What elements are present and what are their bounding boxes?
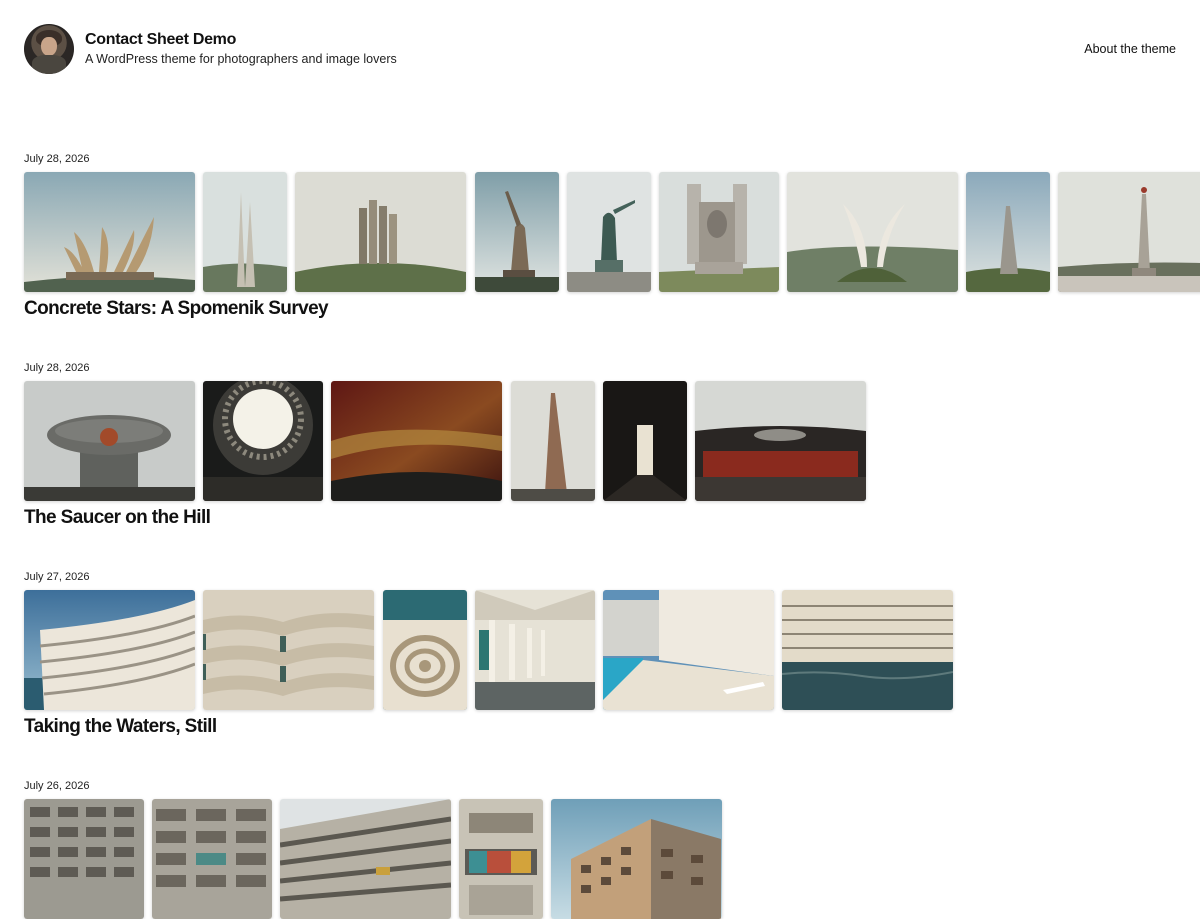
balcony-curves-photo[interactable]: [203, 590, 374, 710]
obelisk-star-photo[interactable]: [1058, 172, 1200, 292]
post-date: July 28, 2026: [24, 153, 90, 165]
post-title[interactable]: The Saucer on the Hill: [24, 507, 211, 529]
dark-corridor-photo[interactable]: [603, 381, 687, 501]
post-date: July 26, 2026: [24, 780, 90, 792]
mosaic-ceiling-photo[interactable]: [331, 381, 502, 501]
spiral-stair-photo[interactable]: [383, 590, 467, 710]
post-gallery: [24, 590, 1200, 710]
sword-statue-photo[interactable]: [475, 172, 559, 292]
avatar-coat: [32, 55, 66, 74]
needle-spire-photo[interactable]: [966, 172, 1050, 292]
saucer-exterior-photo[interactable]: [24, 381, 195, 501]
post-gallery: [24, 172, 1200, 292]
post-date: July 28, 2026: [24, 362, 90, 374]
soldier-statue-photo[interactable]: [567, 172, 651, 292]
site-title-link[interactable]: Contact Sheet Demo: [85, 31, 236, 49]
stone-face-monument-photo[interactable]: [659, 172, 779, 292]
pillar-cluster-monument-photo[interactable]: [295, 172, 466, 292]
nav-about-link[interactable]: About the theme: [1084, 42, 1176, 56]
apartment-facade-photo-2[interactable]: [152, 799, 272, 919]
post-title[interactable]: Taking the Waters, Still: [24, 716, 217, 738]
post-gallery: [24, 381, 1200, 501]
apartment-block-perspective-photo[interactable]: [280, 799, 451, 919]
corner-block-photo[interactable]: [551, 799, 722, 919]
balcony-carpet-photo[interactable]: [459, 799, 543, 919]
pool-terrace-photo[interactable]: [603, 590, 774, 710]
post-title[interactable]: Concrete Stars: A Spomenik Survey: [24, 298, 329, 320]
twin-spire-monument-photo[interactable]: [203, 172, 287, 292]
apartment-facade-photo-1[interactable]: [24, 799, 144, 919]
site-tagline: A WordPress theme for photographers and …: [85, 52, 397, 66]
dome-oculus-photo[interactable]: [203, 381, 323, 501]
horn-monument-photo[interactable]: [787, 172, 958, 292]
avatar-face: [41, 37, 57, 56]
site-header: Contact Sheet Demo A WordPress theme for…: [0, 0, 1200, 110]
petal-monument-photo[interactable]: [24, 172, 195, 292]
tower-spike-photo[interactable]: [511, 381, 595, 501]
seafront-block-photo[interactable]: [782, 590, 953, 710]
curved-sanatorium-photo[interactable]: [24, 590, 195, 710]
post-date: July 27, 2026: [24, 571, 90, 583]
site-logo-avatar[interactable]: [24, 24, 74, 74]
colonnade-photo[interactable]: [475, 590, 595, 710]
ring-hall-mural-photo[interactable]: [695, 381, 866, 501]
post-gallery: [24, 799, 1200, 919]
